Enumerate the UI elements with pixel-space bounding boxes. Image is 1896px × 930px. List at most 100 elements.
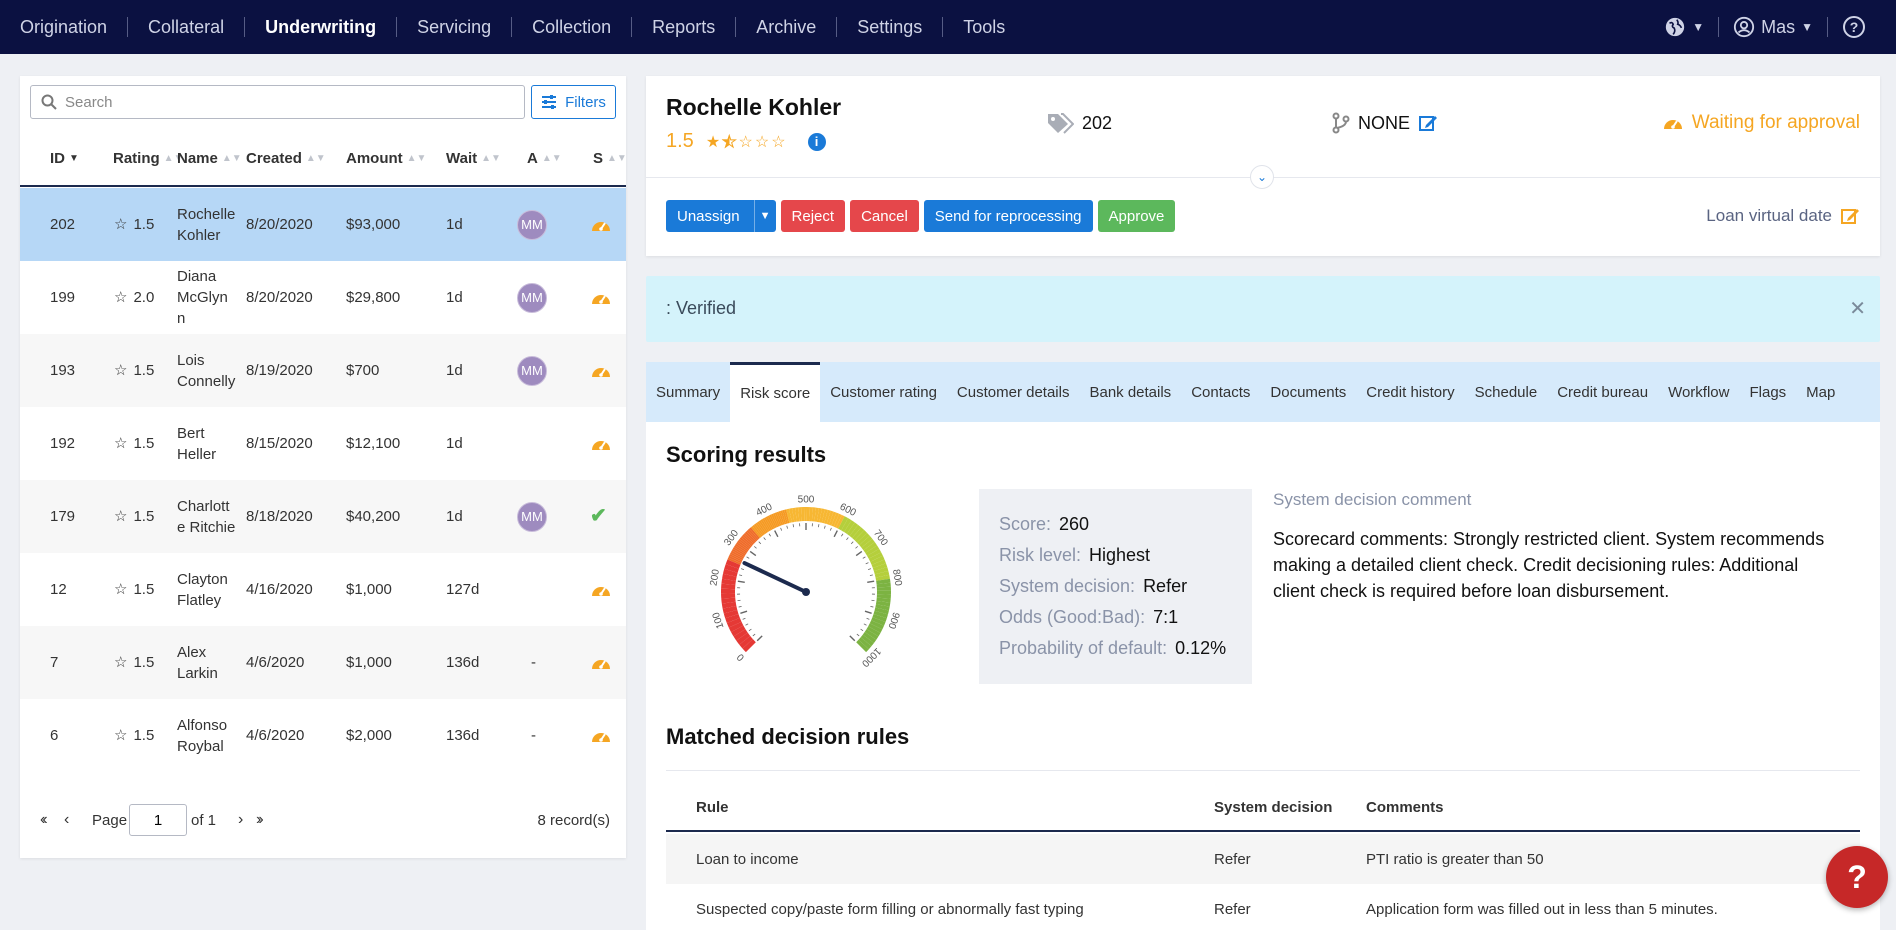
reject-button[interactable]: Reject bbox=[780, 200, 846, 232]
cell-name[interactable]: Charlott e Ritchie bbox=[177, 480, 235, 553]
tab-credit-history[interactable]: Credit history bbox=[1356, 362, 1464, 422]
score-value: 260 bbox=[1059, 514, 1090, 534]
caret-down-icon[interactable]: ▼ bbox=[753, 200, 776, 232]
last-page-icon[interactable]: ›› bbox=[256, 800, 263, 840]
gauge-tick bbox=[756, 635, 763, 642]
prev-page-icon[interactable]: ‹ bbox=[64, 800, 69, 840]
page-number-input[interactable] bbox=[129, 804, 187, 836]
cell-name[interactable]: Alex Larkin bbox=[177, 626, 218, 699]
nav-settings[interactable]: Settings bbox=[837, 17, 942, 38]
cell-name[interactable]: Rochelle Kohler bbox=[177, 188, 235, 261]
nav-servicing[interactable]: Servicing bbox=[397, 17, 511, 38]
column-header-assignee[interactable]: A ▲▼ bbox=[527, 150, 562, 167]
rating-value: 1.5 bbox=[133, 362, 155, 379]
approve-button[interactable]: Approve bbox=[1097, 200, 1176, 232]
gauge-arc-segment bbox=[769, 514, 777, 529]
tab-schedule[interactable]: Schedule bbox=[1465, 362, 1548, 422]
nav-origination[interactable]: Origination bbox=[20, 17, 127, 38]
column-label: A bbox=[527, 150, 538, 167]
filters-button[interactable]: Filters bbox=[531, 85, 616, 119]
column-header-name[interactable]: Name ▲▼ bbox=[177, 150, 242, 167]
cell-rating: ☆ 1.5 bbox=[114, 699, 154, 772]
gauge-tick bbox=[738, 606, 742, 608]
gauge-arc-segment bbox=[867, 548, 882, 559]
gauge-tick bbox=[863, 623, 867, 626]
table-row[interactable]: 202 ☆ 1.5 Rochelle Kohler 8/20/2020 $93,00… bbox=[20, 188, 626, 261]
tab-customer-rating[interactable]: Customer rating bbox=[820, 362, 947, 422]
cell-rating: ☆ 1.5 bbox=[114, 553, 154, 626]
gauge-tick bbox=[740, 610, 748, 614]
next-page-icon[interactable]: › bbox=[238, 800, 243, 840]
column-header-rating[interactable]: Rating ▲▼ bbox=[113, 150, 183, 167]
tab-bank-details[interactable]: Bank details bbox=[1079, 362, 1181, 422]
star-icon: ☆ bbox=[114, 216, 128, 233]
tab-summary[interactable]: Summary bbox=[646, 362, 730, 422]
table-row[interactable]: 7 ☆ 1.5 Alex Larkin 4/6/2020 $1,000 136d - bbox=[20, 626, 626, 699]
close-icon[interactable]: ✕ bbox=[1849, 296, 1866, 321]
table-row[interactable]: 199 ☆ 2.0 Diana McGlyn n 8/20/2020 $29,800 … bbox=[20, 261, 626, 334]
info-icon[interactable]: i bbox=[807, 132, 826, 151]
column-header-status[interactable]: S ▲▼ bbox=[593, 150, 627, 167]
gauge-arc-segment bbox=[742, 534, 754, 546]
column-header-wait[interactable]: Wait ▲▼ bbox=[446, 150, 501, 167]
nav-archive[interactable]: Archive bbox=[736, 17, 836, 38]
star-icon: ☆ bbox=[114, 435, 128, 452]
avatar: MM bbox=[517, 209, 547, 240]
nav-underwriting[interactable]: Underwriting bbox=[245, 17, 396, 38]
gauge-arc-segment bbox=[872, 563, 888, 572]
gauge-arc-segment bbox=[724, 564, 739, 573]
name-line: Larkin bbox=[177, 664, 218, 682]
cell-name[interactable]: Bert Heller bbox=[177, 407, 216, 480]
unassign-button[interactable]: Unassign ▼ bbox=[666, 200, 776, 232]
tab-map[interactable]: Map bbox=[1796, 362, 1845, 422]
table-row[interactable]: 193 ☆ 1.5 Lois Connelly 8/19/2020 $700 1d … bbox=[20, 334, 626, 407]
tab-documents[interactable]: Documents bbox=[1260, 362, 1356, 422]
table-row[interactable]: 192 ☆ 1.5 Bert Heller 8/15/2020 $12,100 1d bbox=[20, 407, 626, 480]
gauge-arc-segment bbox=[860, 634, 874, 647]
tab-contacts[interactable]: Contacts bbox=[1181, 362, 1260, 422]
search-input[interactable]: Search bbox=[30, 85, 525, 119]
cell-name[interactable]: Diana McGlyn n bbox=[177, 261, 228, 334]
tab-customer-details[interactable]: Customer details bbox=[947, 362, 1080, 422]
cell-name[interactable]: Lois Connelly bbox=[177, 334, 235, 407]
column-header-id[interactable]: ID ▼ bbox=[50, 150, 79, 167]
gauge-arc-segment bbox=[767, 515, 776, 529]
column-header-amount[interactable]: Amount ▲▼ bbox=[346, 150, 426, 167]
loan-virtual-date[interactable]: Loan virtual date bbox=[1706, 200, 1860, 232]
cancel-button[interactable]: Cancel bbox=[850, 200, 919, 232]
gauge-arc-segment bbox=[722, 568, 738, 577]
column-header-created[interactable]: Created ▲▼ bbox=[246, 150, 326, 167]
tab-workflow[interactable]: Workflow bbox=[1658, 362, 1739, 422]
gauge-arc-segment bbox=[727, 557, 742, 565]
table-row[interactable]: 179 ☆ 1.5 Charlott e Ritchie 8/18/2020 $40… bbox=[20, 480, 626, 553]
first-page-icon[interactable]: ‹‹ bbox=[40, 800, 47, 840]
chevron-down-icon: ▼ bbox=[1801, 20, 1813, 34]
nav-collection[interactable]: Collection bbox=[512, 17, 631, 38]
gauge-arc-segment bbox=[747, 528, 759, 541]
expand-chevron-icon[interactable]: ⌄ bbox=[1250, 165, 1274, 189]
gauge-arc-segment bbox=[870, 555, 885, 565]
nav-tools[interactable]: Tools bbox=[943, 17, 1025, 38]
table-row[interactable]: 12 ☆ 1.5 Clayton Flatley 4/16/2020 $1,000 … bbox=[20, 553, 626, 626]
send-for-reprocessing-button[interactable]: Send for reprocessing bbox=[923, 200, 1093, 232]
gauge-arc-segment bbox=[728, 621, 744, 633]
user-menu[interactable]: Mas ▼ bbox=[1719, 16, 1827, 38]
cell-name[interactable]: Clayton Flatley bbox=[177, 553, 228, 626]
tab-credit-bureau[interactable]: Credit bureau bbox=[1547, 362, 1658, 422]
language-dropdown[interactable]: ▼ bbox=[1650, 16, 1718, 38]
nav-collateral[interactable]: Collateral bbox=[128, 17, 244, 38]
tab-flags[interactable]: Flags bbox=[1739, 362, 1796, 422]
floating-help-button[interactable]: ? bbox=[1826, 846, 1888, 908]
table-row[interactable]: 6 ☆ 1.5 Alfonso Roybal 4/6/2020 $2,000 136… bbox=[20, 699, 626, 772]
tag-counter[interactable]: 202 bbox=[1046, 112, 1112, 134]
action-buttons: Unassign ▼ Reject Cancel Send for reproc… bbox=[666, 200, 1176, 232]
sort-icon: ▲▼ bbox=[221, 153, 242, 164]
edit-icon[interactable] bbox=[1418, 113, 1438, 133]
tab-risk-score[interactable]: Risk score bbox=[730, 362, 821, 422]
nav-reports[interactable]: Reports bbox=[632, 17, 735, 38]
gauge-arc-segment bbox=[776, 511, 784, 526]
gauge-tick-label: 200 bbox=[709, 568, 723, 587]
help-button[interactable]: ? bbox=[1828, 15, 1880, 39]
cell-id: 192 bbox=[50, 435, 76, 452]
cell-name[interactable]: Alfonso Roybal bbox=[177, 699, 227, 772]
